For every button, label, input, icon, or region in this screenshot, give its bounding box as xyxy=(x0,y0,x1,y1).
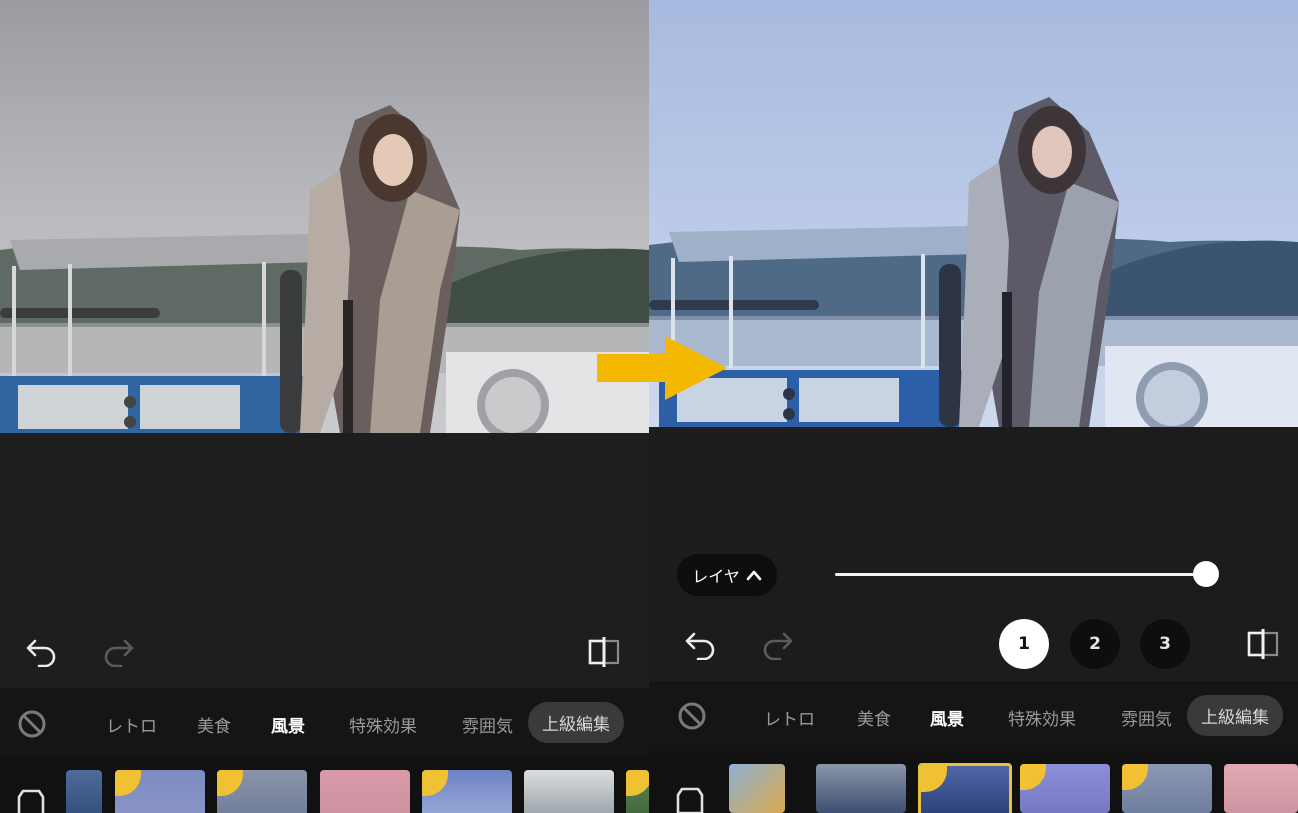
compare-button[interactable] xyxy=(584,633,624,671)
undo-button[interactable] xyxy=(681,627,721,663)
category-special-effects[interactable]: 特殊効果 xyxy=(349,712,417,737)
filter-thumbnail[interactable] xyxy=(1020,764,1110,813)
category-advanced-edit[interactable]: 上級編集 xyxy=(1187,695,1283,736)
category-food[interactable]: 美食 xyxy=(857,705,891,730)
compare-button[interactable] xyxy=(1243,625,1283,663)
category-food[interactable]: 美食 xyxy=(197,712,231,737)
category-retro[interactable]: レトロ xyxy=(106,712,157,737)
filter-thumbnail[interactable] xyxy=(422,770,512,813)
filter-thumbnail-strip xyxy=(649,751,1298,813)
compare-icon xyxy=(588,637,620,667)
redo-button[interactable] xyxy=(757,627,797,663)
category-special-effects[interactable]: 特殊効果 xyxy=(1008,705,1076,730)
photo-preview-edited xyxy=(649,0,1298,427)
filter-thumbnail-selected[interactable] xyxy=(918,763,1012,813)
preset-2-button[interactable]: 2 xyxy=(1070,619,1120,669)
crown-icon xyxy=(115,770,141,796)
preset-1-button[interactable]: 1 xyxy=(999,619,1049,669)
compare-icon xyxy=(1247,629,1279,659)
crown-icon xyxy=(217,770,243,796)
crown-icon xyxy=(921,766,947,792)
filter-thumbnail[interactable] xyxy=(626,770,649,813)
crown-icon xyxy=(422,770,448,796)
undo-icon xyxy=(685,632,715,660)
filter-thumbnail-strip xyxy=(0,758,649,813)
undo-icon xyxy=(26,639,56,667)
no-filter-button[interactable] xyxy=(16,708,48,740)
photo-original xyxy=(0,0,649,433)
intensity-slider-handle[interactable] xyxy=(1193,561,1219,587)
filter-store-button[interactable] xyxy=(673,787,707,813)
before-after-arrow-icon xyxy=(597,336,727,400)
layer-button[interactable]: レイヤ xyxy=(677,554,777,596)
store-icon xyxy=(676,787,704,813)
crown-icon xyxy=(626,770,649,796)
chevron-up-icon xyxy=(746,570,762,581)
photo-edited xyxy=(649,0,1298,427)
redo-button[interactable] xyxy=(98,634,138,670)
intensity-slider-track[interactable] xyxy=(835,573,1205,576)
filter-thumbnail[interactable] xyxy=(1224,764,1298,813)
layer-button-label: レイヤ xyxy=(692,567,740,586)
no-filter-icon xyxy=(678,702,706,730)
filter-thumbnail[interactable] xyxy=(816,764,906,813)
crown-icon xyxy=(1122,764,1148,790)
category-landscape[interactable]: 風景 xyxy=(930,705,964,730)
category-retro[interactable]: レトロ xyxy=(764,705,815,730)
redo-icon xyxy=(104,639,134,667)
undo-button[interactable] xyxy=(22,634,62,670)
filter-thumbnail[interactable] xyxy=(729,764,785,813)
filter-thumbnail[interactable] xyxy=(320,770,410,813)
category-mood[interactable]: 雰囲気 xyxy=(462,712,513,737)
filter-thumbnail[interactable] xyxy=(115,770,205,813)
filter-store-button[interactable] xyxy=(14,788,48,813)
filter-category-bar: レトロ 美食 風景 特殊効果 雰囲気 上級編集 xyxy=(649,681,1298,751)
no-filter-icon xyxy=(18,710,46,738)
preset-3-button[interactable]: 3 xyxy=(1140,619,1190,669)
category-mood[interactable]: 雰囲気 xyxy=(1121,705,1172,730)
redo-icon xyxy=(763,632,793,660)
category-advanced-edit[interactable]: 上級編集 xyxy=(528,702,624,743)
filter-thumbnail[interactable] xyxy=(1122,764,1212,813)
store-icon xyxy=(17,789,45,813)
after-editor-panel: レイヤ 1 2 3 レトロ 美食 風景 特殊効果 雰囲気 上級編集 xyxy=(649,0,1298,813)
before-editor-panel: レトロ 美食 風景 特殊効果 雰囲気 上級編集 xyxy=(0,0,649,813)
category-landscape[interactable]: 風景 xyxy=(271,712,305,737)
no-filter-button[interactable] xyxy=(676,700,708,732)
filter-thumbnail[interactable] xyxy=(524,770,614,813)
photo-preview-original xyxy=(0,0,649,433)
filter-thumbnail[interactable] xyxy=(217,770,307,813)
filter-category-bar: レトロ 美食 風景 特殊効果 雰囲気 上級編集 xyxy=(0,688,649,758)
filter-thumbnail[interactable] xyxy=(66,770,102,813)
crown-icon xyxy=(1020,764,1046,790)
